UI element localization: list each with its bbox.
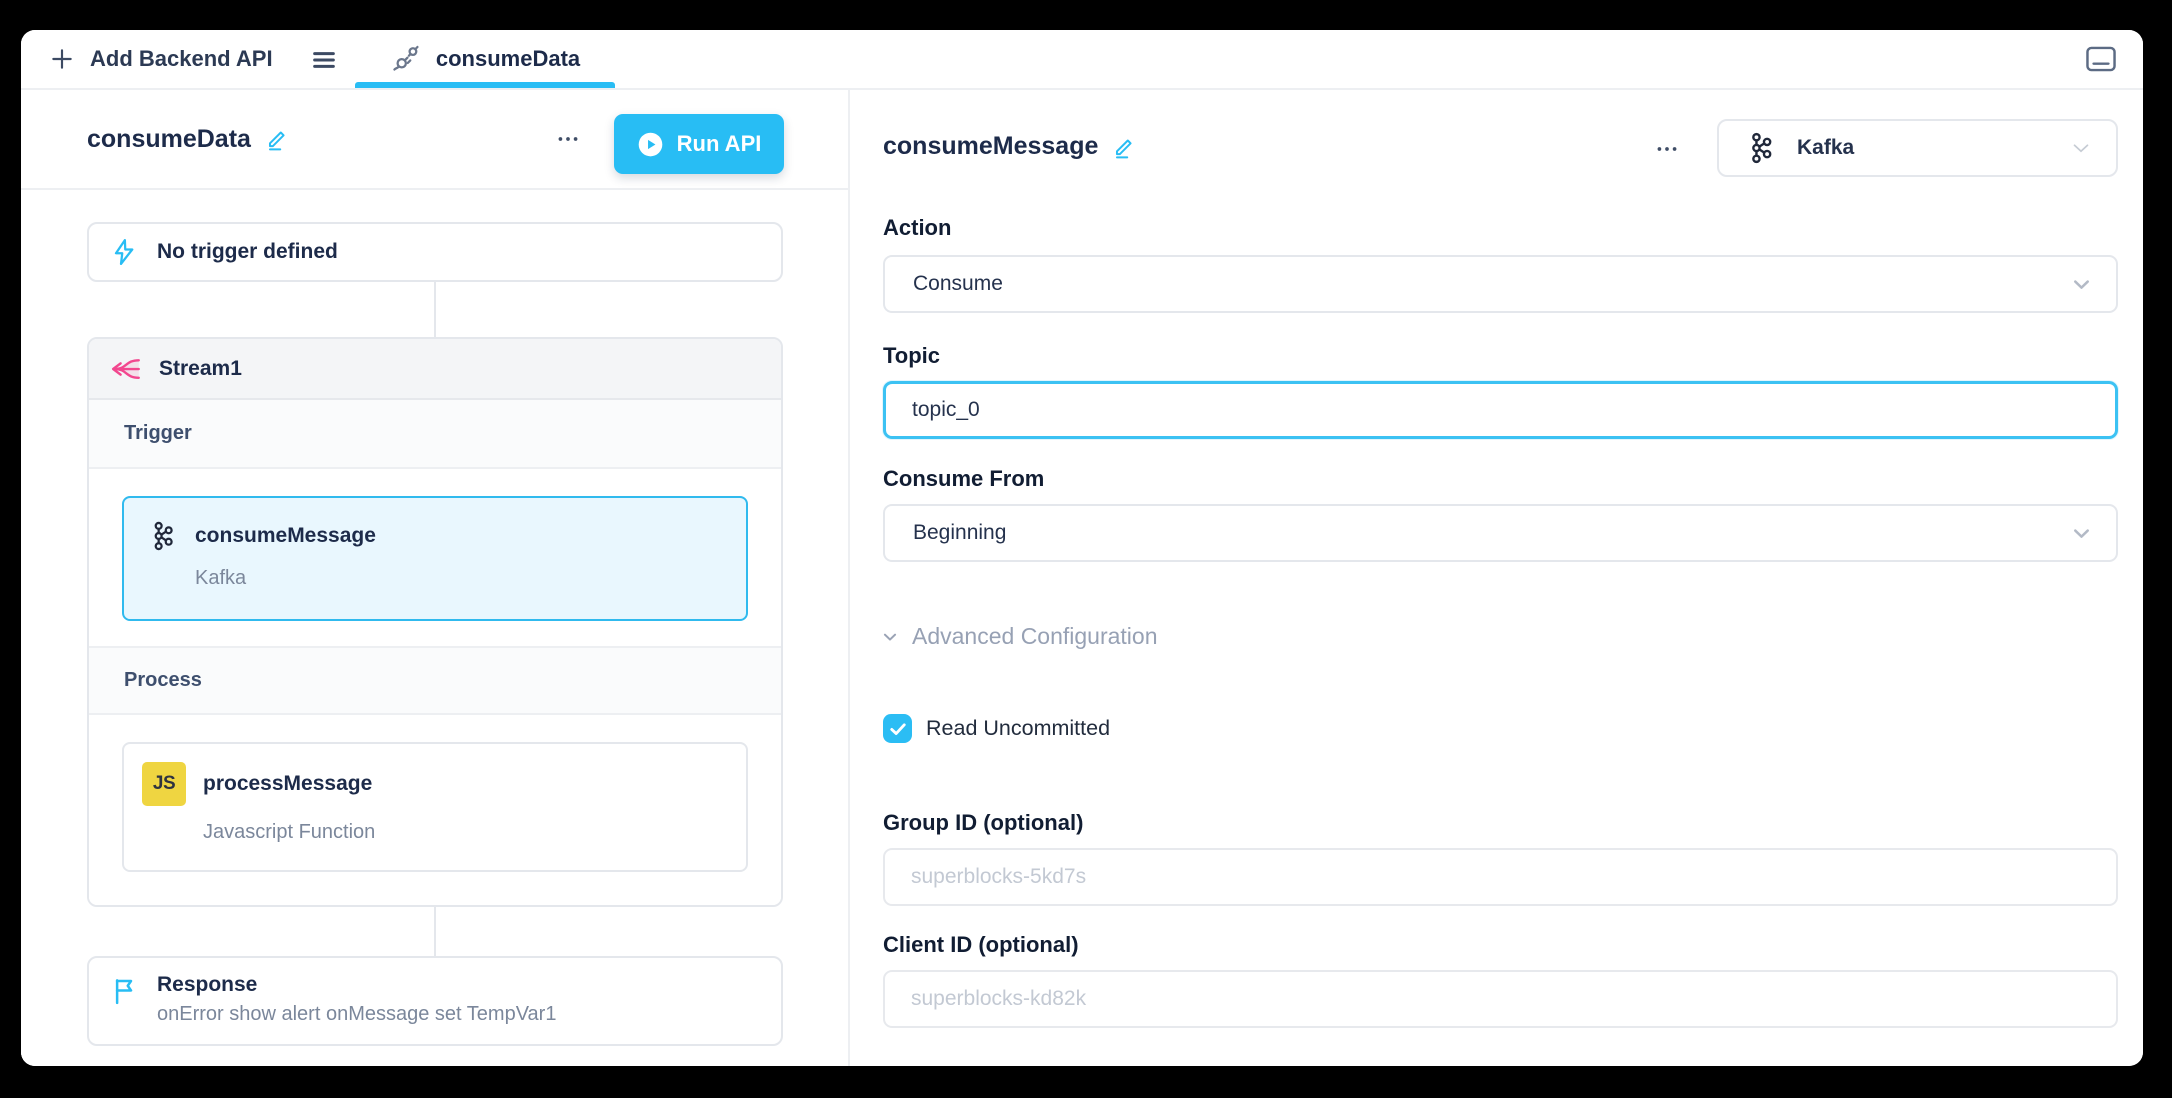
active-tab-underline (355, 82, 615, 88)
consume-from-select-value: Beginning (913, 521, 1007, 544)
menu-icon[interactable] (309, 46, 339, 74)
action-label: Action (883, 215, 952, 240)
chevron-down-icon (2068, 135, 2094, 161)
step-integration: Javascript Function (203, 821, 376, 843)
trigger-section-row: Trigger (89, 400, 781, 469)
no-trigger-label: No trigger defined (157, 240, 338, 263)
step-config-panel: consumeMessage Kafka Action Consume Topi… (852, 90, 2143, 1066)
flow-connector (434, 282, 436, 337)
edit-api-name-icon[interactable] (264, 126, 290, 152)
trigger-section-label: Trigger (124, 422, 192, 444)
tab-label: consumeData (435, 46, 581, 71)
no-trigger-node[interactable]: No trigger defined (87, 222, 783, 282)
stream-block-header[interactable]: Stream1 (89, 339, 781, 400)
process-section-label: Process (124, 669, 202, 691)
step-title: consumeMessage (195, 524, 376, 547)
step-integration: Kafka (195, 567, 247, 589)
kafka-icon (146, 520, 178, 552)
advanced-configuration-label: Advanced Configuration (912, 623, 1158, 649)
step-config-title-text: consumeMessage (883, 132, 1099, 160)
flag-icon (109, 975, 139, 1007)
step-more-options-icon[interactable] (1652, 136, 1682, 162)
process-step-zone: JS processMessage Javascript Function (89, 715, 781, 905)
api-title-text: consumeData (87, 124, 251, 153)
run-api-button[interactable]: Run API (614, 114, 784, 174)
toggle-bottom-panel-icon[interactable] (2085, 45, 2117, 73)
play-icon (637, 131, 664, 158)
add-backend-api-button[interactable]: Add Backend API (49, 30, 273, 88)
flow-connector (434, 907, 436, 956)
javascript-icon: JS (142, 762, 186, 806)
app-window: Add Backend API consumeData consumeData … (21, 30, 2143, 1066)
trigger-step-zone: consumeMessage Kafka (89, 469, 781, 648)
response-title: Response (157, 973, 258, 996)
api-title: consumeData (87, 90, 290, 188)
client-id-label: Client ID (optional) (883, 932, 1079, 957)
plus-icon (49, 46, 75, 72)
tab-bar: Add Backend API consumeData (21, 30, 2143, 90)
chevron-down-icon (2069, 272, 2094, 297)
action-select[interactable]: Consume (883, 255, 2118, 313)
read-uncommitted-checkbox-row[interactable]: Read Uncommitted (883, 714, 1110, 743)
step-card-consumemessage[interactable]: consumeMessage Kafka (122, 496, 748, 621)
api-flow-panel: consumeData Run API No trigger defined S… (21, 90, 850, 1066)
flow-canvas: No trigger defined Stream1 Trigger consu… (21, 190, 846, 1066)
api-plug-icon (390, 43, 422, 75)
edit-step-name-icon[interactable] (1111, 134, 1137, 160)
process-section-row: Process (89, 646, 781, 715)
consume-from-select[interactable]: Beginning (883, 504, 2118, 562)
step-title: processMessage (203, 772, 373, 795)
integration-select-value: Kafka (1797, 136, 1855, 159)
advanced-configuration-toggle[interactable]: Advanced Configuration (879, 623, 1158, 650)
step-card-processmessage[interactable]: JS processMessage Javascript Function (122, 742, 748, 872)
integration-select[interactable]: Kafka (1717, 119, 2118, 177)
api-more-options-icon[interactable] (553, 126, 583, 152)
left-panel-header: consumeData Run API (21, 90, 848, 190)
response-subtitle: onError show alert onMessage set TempVar… (157, 1003, 557, 1025)
add-backend-api-label: Add Backend API (90, 46, 273, 71)
checkbox-checked-icon[interactable] (883, 714, 912, 743)
lightning-icon (109, 237, 139, 267)
read-uncommitted-label: Read Uncommitted (926, 716, 1111, 740)
response-node[interactable]: Response onError show alert onMessage se… (87, 956, 783, 1046)
tab-consumedata[interactable]: consumeData (355, 30, 615, 88)
kafka-icon (1743, 131, 1777, 165)
topic-input[interactable] (883, 381, 2118, 439)
client-id-input[interactable] (883, 970, 2118, 1028)
group-id-label: Group ID (optional) (883, 810, 1084, 835)
chevron-down-icon (879, 626, 901, 648)
stream-block-title: Stream1 (159, 356, 242, 380)
group-id-input[interactable] (883, 848, 2118, 906)
run-api-label: Run API (676, 131, 762, 156)
stream-block: Stream1 Trigger consumeMessage Kafka Pro… (87, 337, 783, 907)
consume-from-label: Consume From (883, 466, 1045, 491)
stream-icon (107, 354, 143, 384)
step-config-title: consumeMessage (883, 132, 1137, 161)
topic-label: Topic (883, 343, 941, 368)
action-select-value: Consume (913, 272, 1003, 295)
chevron-down-icon (2069, 521, 2094, 546)
